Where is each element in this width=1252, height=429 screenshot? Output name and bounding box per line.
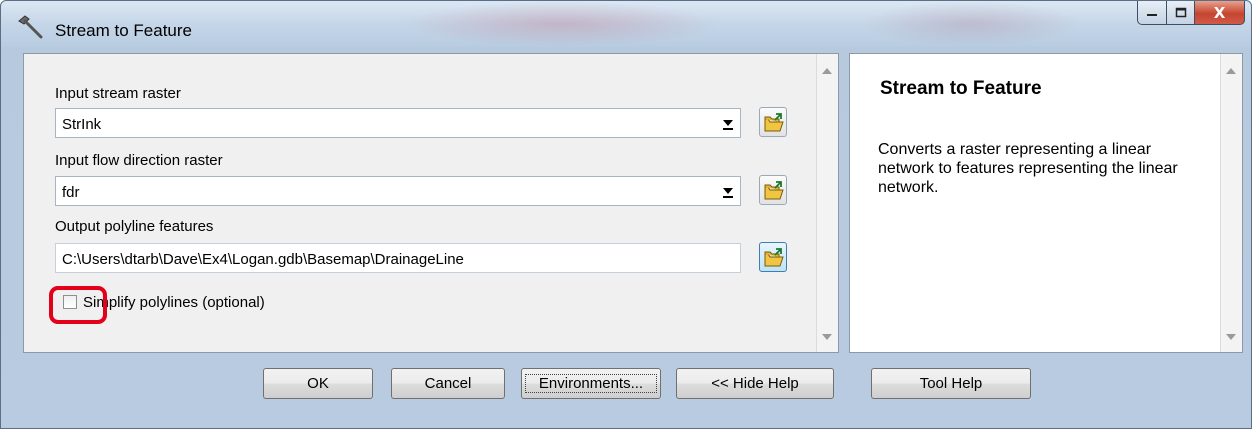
input-flow-direction-combo[interactable]: fdr xyxy=(55,176,741,206)
cancel-button-label: Cancel xyxy=(424,375,472,392)
input-stream-raster-combo[interactable]: StrInk xyxy=(55,108,741,138)
help-title: Stream to Feature xyxy=(880,78,1042,99)
title-bar[interactable]: Stream to Feature X xyxy=(1,1,1251,47)
environments-button-label: Environments... xyxy=(525,374,657,393)
output-polyline-value: C:\Users\dtarb\Dave\Ex4\Logan.gdb\Basema… xyxy=(62,251,464,268)
input-flow-direction-value: fdr xyxy=(62,184,80,201)
parameters-scrollbar[interactable] xyxy=(816,54,838,352)
dropdown-arrow-icon[interactable] xyxy=(722,118,734,130)
scroll-down-icon[interactable] xyxy=(822,334,832,340)
hammer-icon xyxy=(18,15,43,39)
maximize-button[interactable] xyxy=(1167,1,1195,25)
browse-output-button[interactable] xyxy=(759,242,787,272)
ok-button[interactable]: OK xyxy=(263,368,373,399)
hide-help-button[interactable]: << Hide Help xyxy=(676,368,834,399)
input-stream-raster-value: StrInk xyxy=(62,116,102,133)
close-button[interactable]: X xyxy=(1195,1,1245,25)
maximize-icon xyxy=(1175,7,1186,18)
output-polyline-input[interactable]: C:\Users\dtarb\Dave\Ex4\Logan.gdb\Basema… xyxy=(55,243,741,273)
open-folder-icon xyxy=(764,248,784,267)
browse-flow-direction-button[interactable] xyxy=(759,175,787,205)
dialog-window: Stream to Feature X Input stream raster … xyxy=(0,0,1252,429)
open-folder-icon xyxy=(764,181,784,200)
window-title: Stream to Feature xyxy=(55,21,193,40)
window-controls: X xyxy=(1137,1,1245,25)
scroll-up-icon[interactable] xyxy=(1226,68,1236,74)
scroll-up-icon[interactable] xyxy=(822,68,832,74)
cancel-button[interactable]: Cancel xyxy=(391,368,505,399)
output-polyline-label: Output polyline features xyxy=(55,218,214,235)
tool-help-button-label: Tool Help xyxy=(919,375,983,392)
browse-stream-raster-button[interactable] xyxy=(759,107,787,137)
checkbox-highlight-annotation xyxy=(49,286,107,324)
tool-help-button[interactable]: Tool Help xyxy=(871,368,1031,399)
ok-button-label: OK xyxy=(307,375,329,392)
minimize-icon xyxy=(1147,13,1157,16)
input-flow-direction-label: Input flow direction raster xyxy=(55,152,223,169)
environments-button[interactable]: Environments... xyxy=(521,368,661,399)
scroll-down-icon[interactable] xyxy=(1226,334,1236,340)
help-body: Converts a raster representing a linear … xyxy=(878,141,1178,196)
open-folder-icon xyxy=(764,113,784,132)
dropdown-arrow-icon[interactable] xyxy=(722,186,734,198)
simplify-polylines-label[interactable]: Simplify polylines (optional) xyxy=(83,294,265,311)
minimize-button[interactable] xyxy=(1137,1,1167,25)
help-pane: Stream to Feature Converts a raster repr… xyxy=(849,53,1243,353)
help-scrollbar[interactable] xyxy=(1220,54,1242,352)
input-stream-raster-label: Input stream raster xyxy=(55,85,181,102)
close-icon: X xyxy=(1213,3,1226,22)
hide-help-button-label: << Hide Help xyxy=(711,375,799,392)
